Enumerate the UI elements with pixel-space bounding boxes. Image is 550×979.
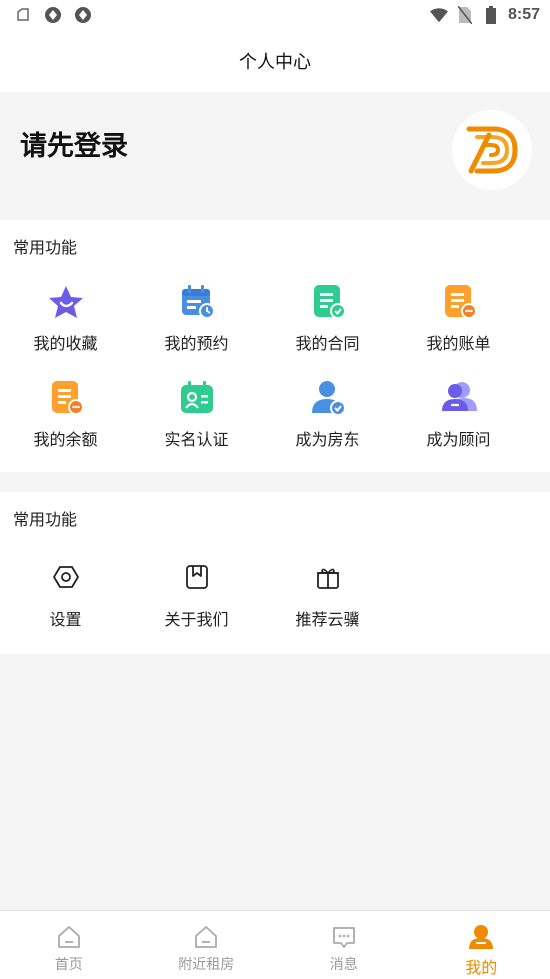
notification-icon — [14, 6, 32, 24]
tab-label: 我的 — [465, 958, 498, 977]
tab-nearby[interactable]: 附近租房 — [138, 911, 276, 979]
favorites-label: 我的收藏 — [33, 334, 98, 353]
become-landlord-label: 成为房东 — [295, 430, 360, 449]
profile-header[interactable]: 请先登录 — [0, 92, 550, 220]
nearby-icon — [192, 923, 220, 951]
section-title: 常用功能 — [13, 238, 78, 257]
tab-messages[interactable]: 消息 — [275, 911, 413, 979]
section-title: 常用功能 — [13, 510, 78, 529]
real-name-auth-label: 实名认证 — [164, 430, 229, 449]
settings-label: 设置 — [49, 610, 82, 629]
common-functions-section: 常用功能 我的收藏 我的预约 我的合同 我的账单 我的余额 实名认证 成为房东 … — [0, 220, 550, 472]
bills-label: 我的账单 — [426, 334, 491, 353]
balance-button[interactable]: 我的余额 — [0, 358, 131, 454]
wifi-icon — [429, 6, 448, 24]
favorites-button[interactable]: 我的收藏 — [0, 262, 131, 358]
more-functions-section: 常用功能 设置 关于我们 推荐云骥 — [0, 492, 550, 654]
become-advisor-label: 成为顾问 — [426, 430, 491, 449]
home-icon — [55, 923, 83, 951]
contracts-button[interactable]: 我的合同 — [262, 262, 393, 358]
appointments-label: 我的预约 — [164, 334, 229, 353]
tab-label: 消息 — [329, 957, 358, 973]
recommend-label: 推荐云骥 — [295, 610, 360, 629]
appointments-button[interactable]: 我的预约 — [131, 262, 262, 358]
landlord-icon — [308, 378, 348, 418]
calendar-clock-icon — [177, 282, 217, 322]
real-name-auth-button[interactable]: 实名认证 — [131, 358, 262, 454]
tab-label: 首页 — [54, 957, 83, 973]
login-prompt[interactable]: 请先登录 — [20, 124, 128, 163]
advisor-icon — [439, 378, 479, 418]
brand-logo-icon — [466, 126, 518, 174]
avatar[interactable] — [452, 110, 532, 190]
about-icon — [182, 562, 212, 592]
battery-icon — [482, 6, 500, 24]
become-advisor-button[interactable]: 成为顾问 — [393, 358, 524, 454]
balance-label: 我的余额 — [33, 430, 98, 449]
gift-icon — [313, 562, 343, 592]
status-bar: 8:57 — [0, 0, 550, 30]
recommend-button[interactable]: 推荐云骥 — [262, 562, 393, 658]
page-title: 个人中心 — [0, 30, 550, 92]
tab-profile[interactable]: 我的 — [413, 911, 550, 979]
no-sim-icon — [456, 6, 474, 24]
contracts-label: 我的合同 — [295, 334, 360, 353]
app-notification-icon — [44, 6, 62, 24]
profile-icon — [467, 923, 495, 951]
app-notification-icon — [74, 6, 92, 24]
bill-icon — [439, 282, 479, 322]
about-us-label: 关于我们 — [164, 610, 229, 629]
settings-icon — [51, 562, 81, 592]
star-icon — [46, 282, 86, 322]
bills-button[interactable]: 我的账单 — [393, 262, 524, 358]
clock: 8:57 — [507, 6, 540, 23]
bottom-tab-bar: 首页 附近租房 消息 我的 — [0, 910, 550, 979]
about-us-button[interactable]: 关于我们 — [131, 562, 262, 658]
balance-icon — [46, 378, 86, 418]
id-card-icon — [177, 378, 217, 418]
tab-label: 附近租房 — [178, 957, 235, 973]
tab-home[interactable]: 首页 — [0, 911, 138, 979]
become-landlord-button[interactable]: 成为房东 — [262, 358, 393, 454]
message-icon — [330, 923, 358, 951]
contract-check-icon — [308, 282, 348, 322]
settings-button[interactable]: 设置 — [0, 562, 131, 658]
